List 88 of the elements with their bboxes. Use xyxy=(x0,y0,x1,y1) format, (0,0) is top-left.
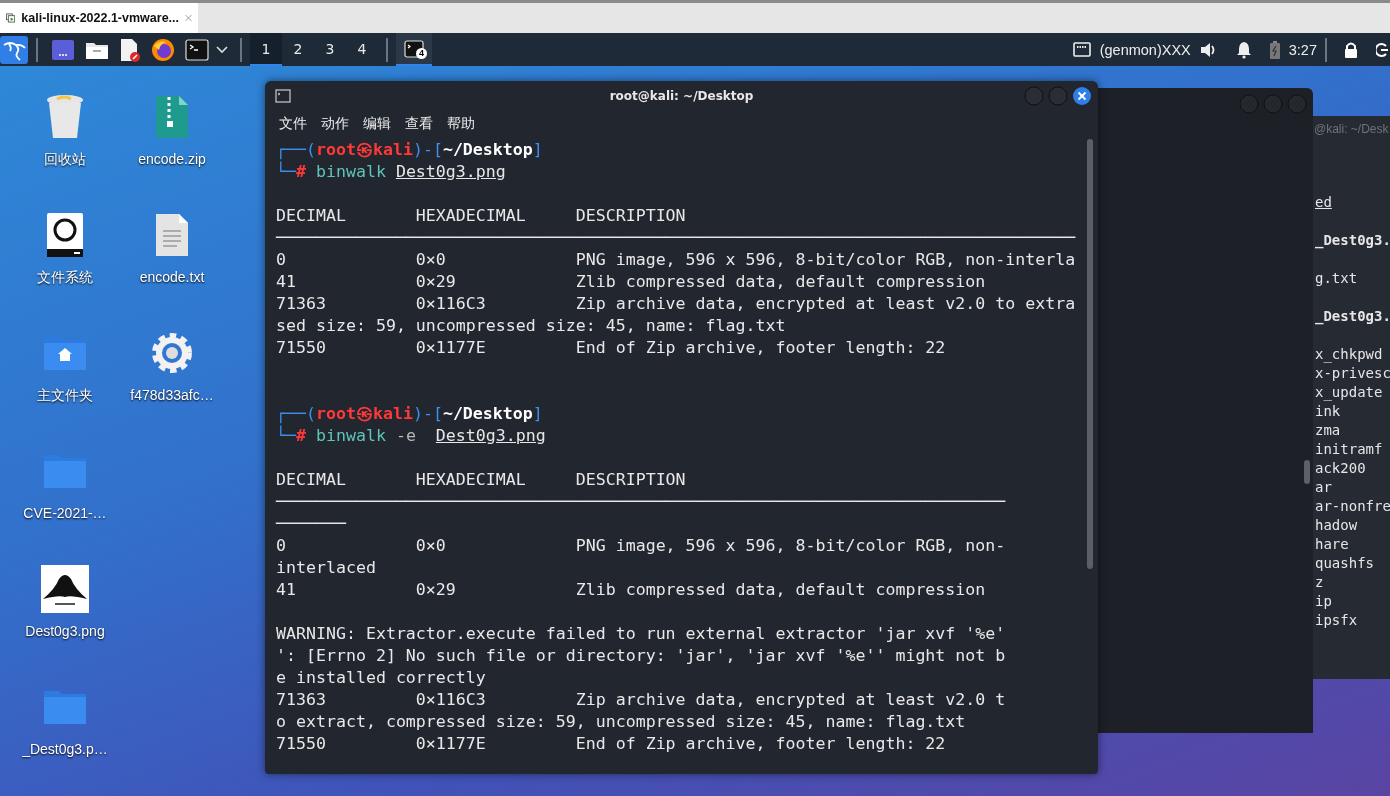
terminal-line: ar xyxy=(1315,478,1333,497)
terminal-line: zma xyxy=(1315,421,1342,440)
menu-item[interactable]: 查看 xyxy=(405,115,433,133)
terminal-line: o extract, compressed size: 59, uncompressed size: 45, name: flag.txt xyxy=(276,711,967,733)
logout-icon[interactable] xyxy=(1376,41,1388,58)
terminal-line: sed size: 59, uncompressed size: 45, name: flag.txt xyxy=(276,315,787,337)
prompt-line: ┌──(root㉿kali)-[~/Desktop] xyxy=(276,139,544,161)
terminal-line: x_chkpwd xyxy=(1315,345,1384,364)
terminal-line: 0 0×0 PNG image, 596 x 596, 8-bit/color RGB, non-interla xyxy=(276,249,1077,271)
workspace-button[interactable]: 1 xyxy=(250,33,282,66)
window-title: root@kali: ~/Desktop xyxy=(609,88,754,103)
battery-icon[interactable] xyxy=(1269,40,1280,59)
zip-file-icon[interactable] xyxy=(155,95,189,139)
terminal-line: 41 0×29 Zlib compressed data, default compression xyxy=(276,271,987,293)
terminal-line: WARNING: Extractor.execute failed to run external extractor 'jar xvf '%e' xyxy=(276,623,1007,645)
terminal-icon xyxy=(275,88,291,103)
document-icon[interactable] xyxy=(119,37,141,62)
desktop-icon-label[interactable]: 主文件夹 xyxy=(37,387,93,405)
desktop-icon-label[interactable]: encode.txt xyxy=(139,269,205,285)
desktop-icon-label[interactable]: 文件系统 xyxy=(37,269,93,287)
terminal-line: ack200 xyxy=(1315,459,1367,478)
browser-tab[interactable]: kali-linux-2022.1-vmware... xyxy=(0,3,198,33)
browser-icon[interactable] xyxy=(151,37,175,62)
desktop-icon-label[interactable]: 回收站 xyxy=(44,151,86,169)
prompt-line: ┌──(root㉿kali)-[~/Desktop] xyxy=(276,403,544,425)
command-line: └─# binwalk -e Dest0g3.png xyxy=(276,425,547,447)
terminal-icon xyxy=(404,39,424,58)
terminal-line: x-privesc xyxy=(1315,364,1390,383)
terminal-line: _Dest0g3. xyxy=(1315,307,1390,326)
close-icon[interactable] xyxy=(1072,85,1092,106)
workspace-button[interactable]: 3 xyxy=(314,33,346,66)
menu-item[interactable]: 编辑 xyxy=(363,115,391,133)
scrollbar-thumb[interactable] xyxy=(1087,139,1093,569)
scrollbar-thumb[interactable] xyxy=(1304,460,1310,484)
bell-icon[interactable] xyxy=(1235,40,1252,59)
command-line: └─# binwalk Dest0g3.png xyxy=(276,161,507,183)
terminal-icon[interactable] xyxy=(185,38,209,61)
terminal-line: ar-nonfre xyxy=(1315,497,1390,516)
task-button[interactable]: 4 xyxy=(396,33,432,66)
terminal-line: ───────────────────────────────────────────────────────────────────────── xyxy=(276,491,1007,513)
terminal-line: ed xyxy=(1315,193,1333,212)
terminal-line: x_update xyxy=(1315,383,1384,402)
desktop-icon-label[interactable]: CVE-2021-… xyxy=(23,505,107,521)
terminal-line: ': [Errno 2] No such file or directory: 'jar', 'jar xvf '%e'' might not b xyxy=(276,645,1007,667)
terminal-line: DECIMAL HEXADECIMAL DESCRIPTION xyxy=(276,205,687,227)
workspace-button[interactable]: 4 xyxy=(346,33,378,66)
desktop-icon[interactable] xyxy=(51,38,75,61)
trash-icon[interactable] xyxy=(45,94,85,140)
chevron-icon[interactable] xyxy=(216,45,228,54)
terminal-line: DECIMAL HEXADECIMAL DESCRIPTION xyxy=(276,469,687,491)
workspace-button[interactable]: 2 xyxy=(282,33,314,66)
desktop-icon-label[interactable]: f478d33afc… xyxy=(130,387,214,403)
terminal-line: g.txt xyxy=(1315,269,1359,288)
menu-item[interactable]: 帮助 xyxy=(447,115,475,133)
gear-icon[interactable] xyxy=(150,331,194,375)
terminal-line: 41 0×29 Zlib compressed data, default compression xyxy=(276,579,987,601)
terminal-line: 71363 0×116C3 Zip archive data, encrypted at least v2.0 t xyxy=(276,689,1007,711)
terminal-line: ─────── xyxy=(276,513,347,535)
terminal-line: 71550 0×1177E End of Zip archive, footer length: 22 xyxy=(276,337,947,359)
terminal-line: 71550 0×1177E End of Zip archive, footer length: 22 xyxy=(276,733,947,755)
vm-icon xyxy=(6,10,16,26)
desktop-icon-label[interactable]: _Dest0g3.p… xyxy=(22,741,108,757)
terminal-line: initramf xyxy=(1315,440,1384,459)
terminal-line: ip xyxy=(1315,592,1333,611)
terminal-line: ipsfx xyxy=(1315,611,1359,630)
desktop-icon-label[interactable]: Dest0g3.png xyxy=(25,623,105,639)
desktop-icon-label[interactable]: encode.zip xyxy=(138,151,206,167)
clock[interactable]: 3:27 xyxy=(1288,41,1317,58)
lock-icon[interactable] xyxy=(1344,41,1358,58)
terminal-line: e installed correctly xyxy=(276,667,487,689)
window-title: @kali: ~/Desk xyxy=(1313,121,1390,138)
terminal-line: 0 0×0 PNG image, 596 x 596, 8-bit/color RGB, non- xyxy=(276,535,1007,557)
home-folder-icon[interactable] xyxy=(43,335,87,371)
terminal-line: quashfs xyxy=(1315,554,1375,573)
genmon-label[interactable]: (genmon)XXX xyxy=(1099,41,1191,58)
network-icon[interactable] xyxy=(1072,42,1091,57)
menu-item[interactable]: 动作 xyxy=(321,115,349,133)
terminal-line: z xyxy=(1315,573,1325,592)
drive-icon[interactable] xyxy=(46,212,84,258)
terminal-line: interlaced xyxy=(276,557,377,579)
terminal-line: 71363 0×116C3 Zip archive data, encrypted at least v2.0 to extra xyxy=(276,293,1077,315)
terminal-line: _Dest0g3. xyxy=(1315,231,1390,250)
window-count-badge: 4 xyxy=(416,48,427,59)
terminal-line: ──────────────────────────────────────────────────────────────────────────────── xyxy=(276,227,1077,249)
terminal-line: ink xyxy=(1315,402,1342,421)
menu-item[interactable]: 文件 xyxy=(279,115,307,133)
terminal-line: hadow xyxy=(1315,516,1359,535)
terminal-line: hare xyxy=(1315,535,1350,554)
